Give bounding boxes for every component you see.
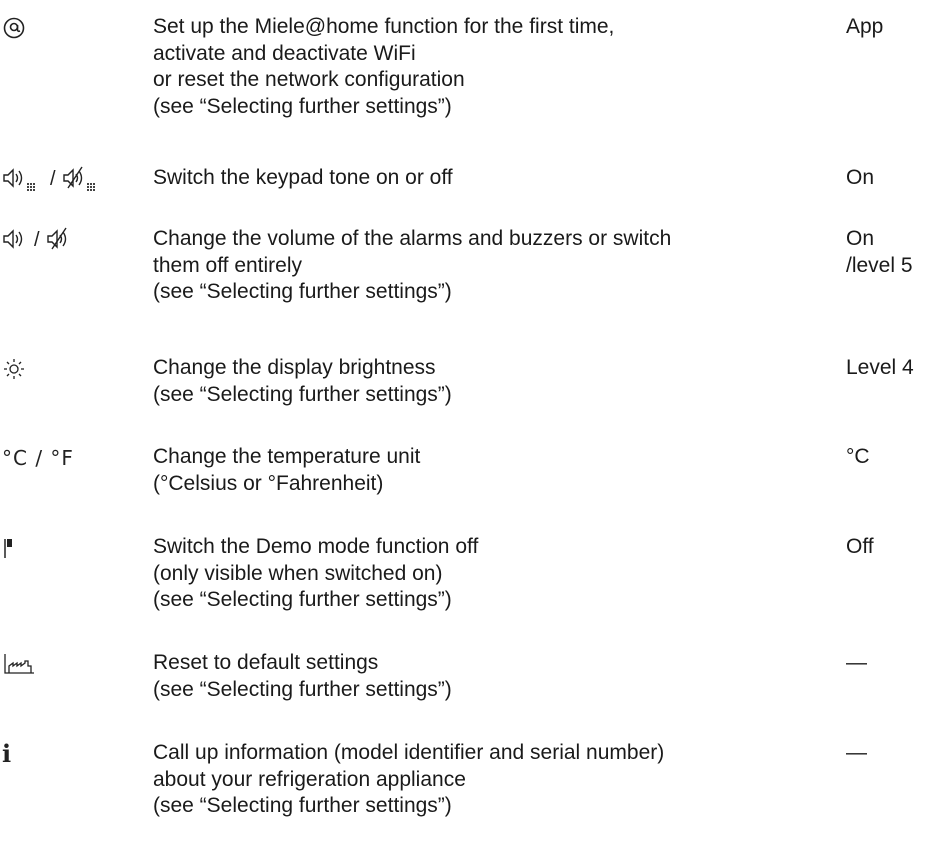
value-line: On: [846, 166, 875, 189]
value-line: On: [846, 227, 875, 250]
description-line: Change the volume of the alarms and buzz…: [153, 227, 672, 250]
setting-default-value: Level 4: [846, 355, 936, 382]
setting-description: Call up information (model identifier an…: [153, 740, 833, 820]
description-line: (see “Selecting further settings”): [153, 677, 452, 701]
value-line: —: [846, 651, 867, 674]
temperature-unit-symbol: °C / °F: [2, 445, 74, 470]
setting-default-value: —: [846, 740, 936, 767]
value-line: App: [846, 15, 884, 38]
setting-default-value: App: [846, 14, 936, 41]
description-line: Call up information (model identifier an…: [153, 741, 665, 764]
temperature-unit-icon: °C / °F: [2, 444, 142, 472]
setting-default-value: —: [846, 650, 936, 677]
value-line: /level 5: [846, 253, 913, 277]
setting-description: Change the volume of the alarms and buzz…: [153, 226, 833, 306]
description-line: (see “Selecting further settings”): [153, 588, 452, 611]
setting-description: Reset to default settings (see “Selectin…: [153, 650, 833, 703]
description-line: (°Celsius or °Fahrenheit): [153, 471, 384, 495]
demo-flag-icon: [2, 534, 142, 562]
setting-default-value: Off: [846, 534, 936, 561]
setting-default-value: °C: [846, 444, 936, 471]
description-line: about your refrigeration appliance: [153, 767, 466, 791]
description-line: or reset the network configuration: [153, 68, 465, 91]
description-line: (see “Selecting further settings”): [153, 382, 452, 406]
setting-description: Set up the Miele@home function for the f…: [153, 14, 833, 120]
setting-default-value: On: [846, 165, 936, 192]
description-line: (see “Selecting further settings”): [153, 94, 452, 118]
at-symbol-icon: [2, 14, 142, 42]
description-line: them off entirely: [153, 253, 303, 277]
description-line: (only visible when switched on): [153, 561, 443, 585]
description-line: Set up the Miele@home function for the f…: [153, 15, 615, 38]
value-line: °C: [846, 445, 870, 468]
description-line: Change the display brightness: [153, 356, 436, 379]
setting-default-value: On /level 5: [846, 226, 936, 279]
description-line: activate and deactivate WiFi: [153, 41, 416, 65]
setting-description: Change the display brightness (see “Sele…: [153, 355, 833, 408]
keypad-tone-off-icon: [62, 166, 95, 191]
symbol-separator: /: [34, 228, 40, 251]
value-line: Off: [846, 535, 874, 558]
value-line: —: [846, 741, 867, 764]
symbol-separator: /: [50, 167, 56, 190]
value-line: Level 4: [846, 356, 914, 379]
volume-icon: /: [2, 226, 142, 254]
brightness-icon: [2, 355, 142, 383]
info-icon: i: [2, 740, 142, 768]
description-line: Switch the keypad tone on or off: [153, 166, 453, 189]
description-line: (see “Selecting further settings”): [153, 794, 452, 817]
description-line: (see “Selecting further settings”): [153, 280, 452, 303]
setting-description: Switch the keypad tone on or off: [153, 165, 833, 192]
description-line: Switch the Demo mode function off: [153, 535, 479, 558]
setting-description: Switch the Demo mode function off (only …: [153, 534, 833, 614]
factory-reset-icon: [2, 650, 142, 678]
volume-off-icon: [46, 227, 67, 250]
description-line: Change the temperature unit: [153, 445, 421, 468]
keypad-tone-icon: /: [2, 165, 142, 193]
info-symbol: i: [2, 738, 12, 768]
setting-description: Change the temperature unit (°Celsius or…: [153, 444, 833, 497]
description-line: Reset to default settings: [153, 651, 379, 674]
